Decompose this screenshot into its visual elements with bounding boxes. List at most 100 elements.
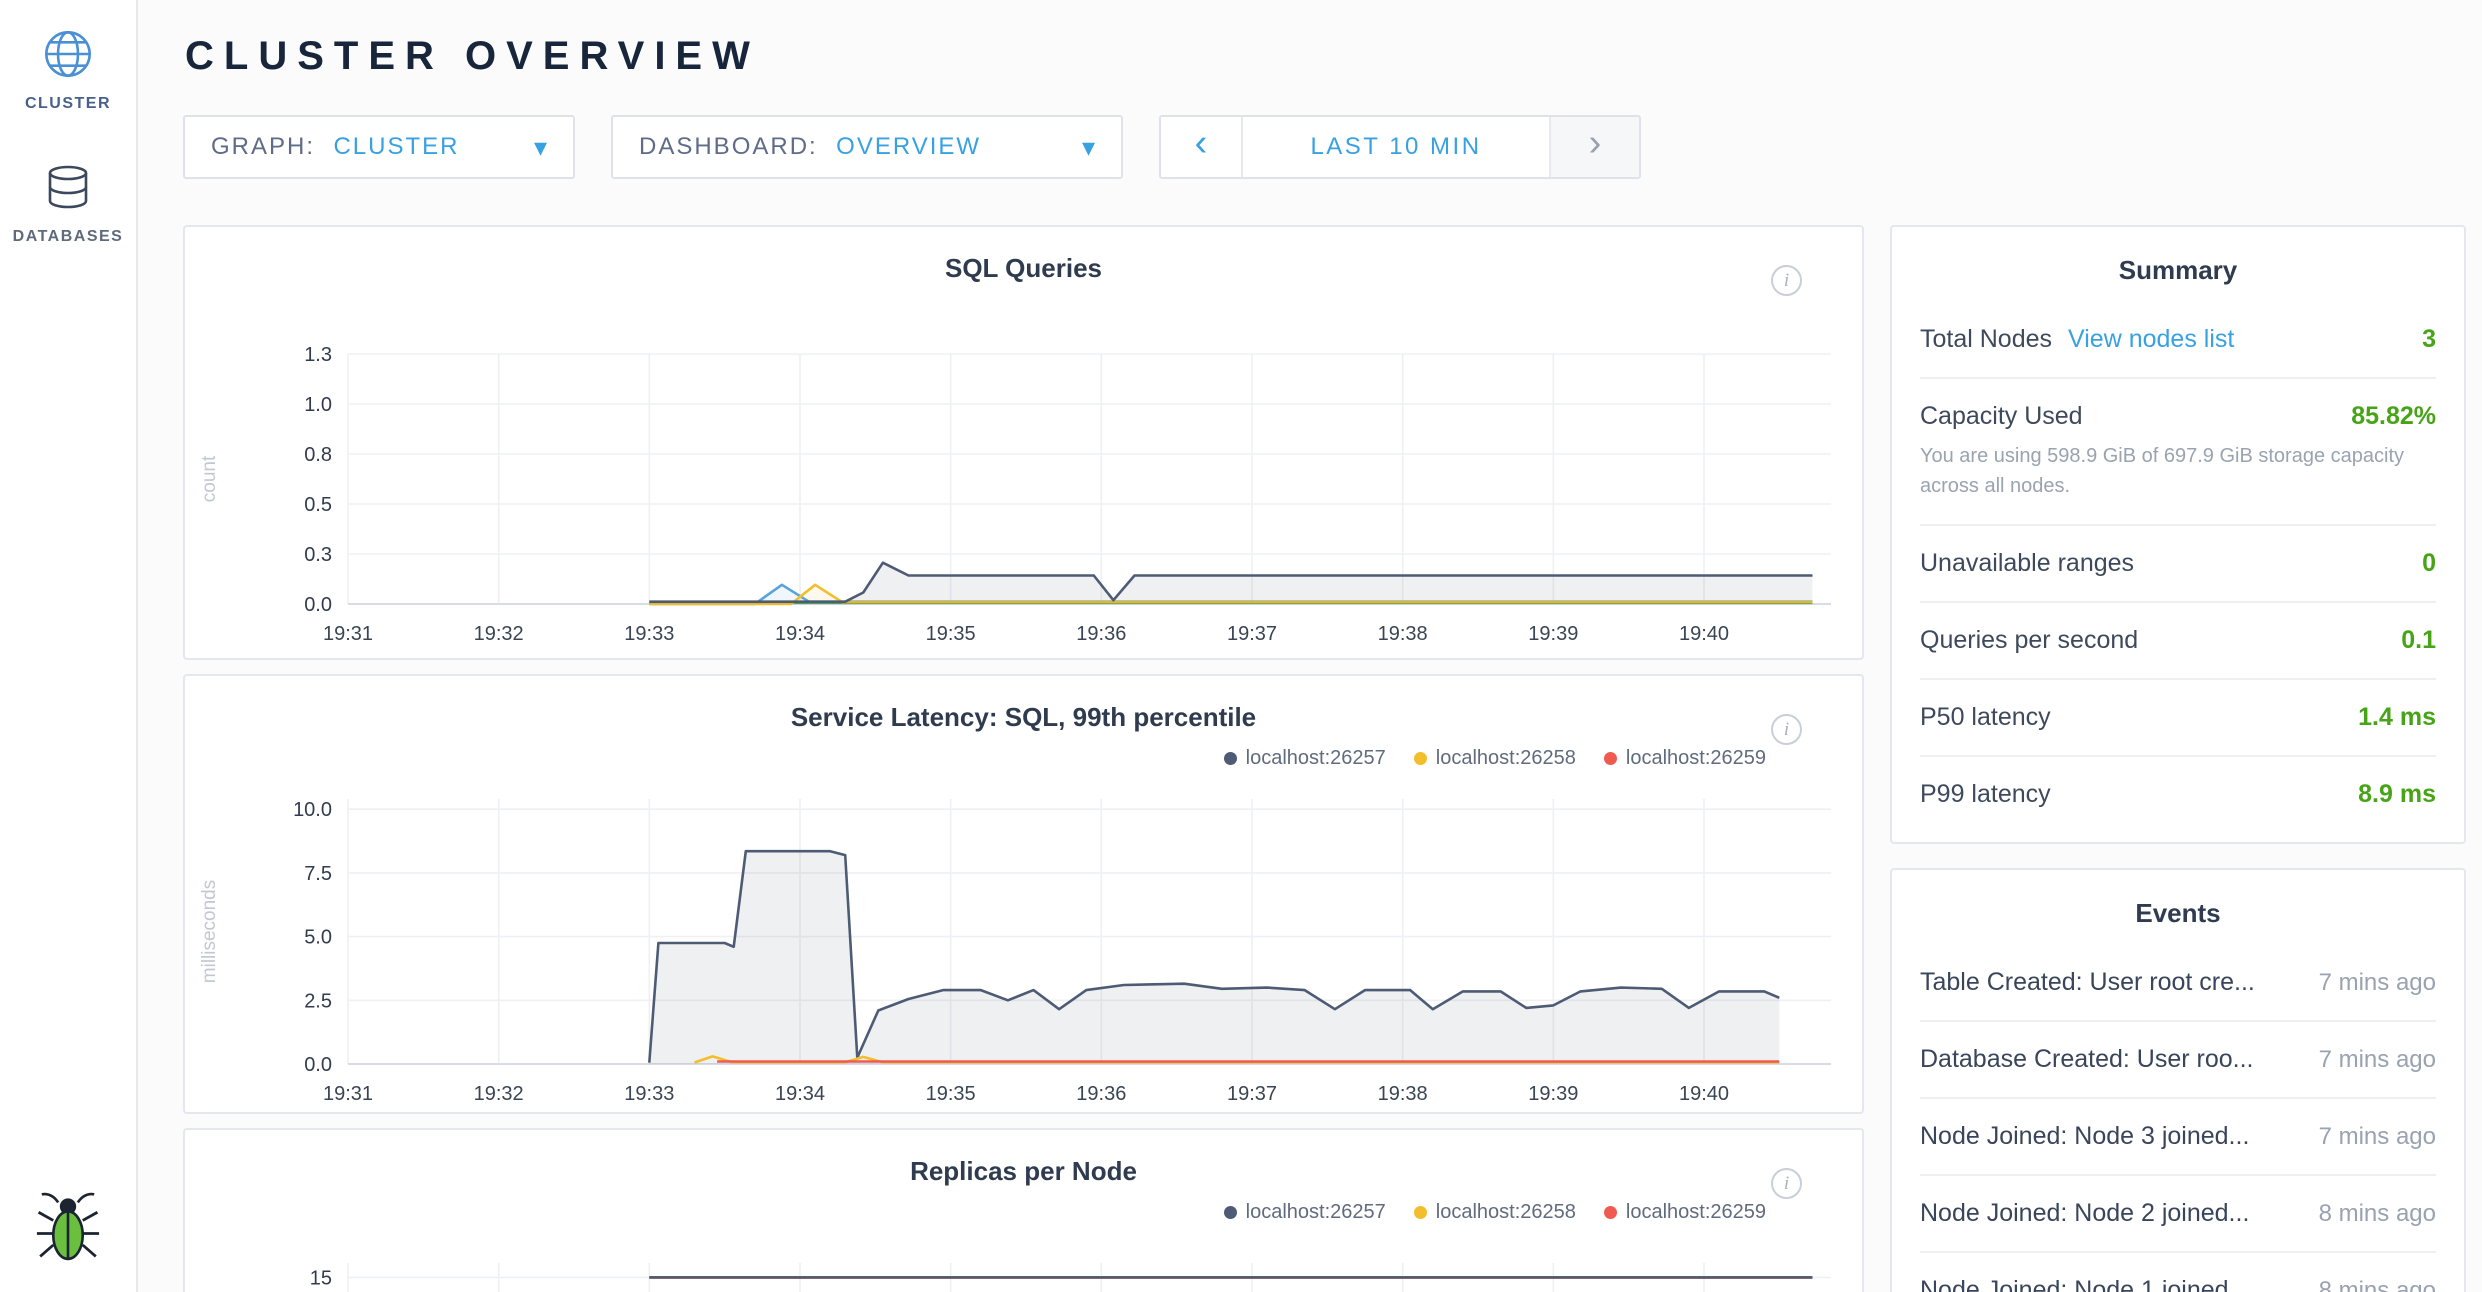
event-row[interactable]: Database Created: User roo... 7 mins ago: [1920, 1022, 2436, 1099]
graph-dropdown-value: CLUSTER: [333, 133, 459, 160]
svg-text:19:33: 19:33: [624, 1083, 674, 1105]
legend-item[interactable]: localhost:26257: [1224, 1201, 1386, 1223]
svg-text:19:32: 19:32: [474, 1083, 524, 1105]
chart-legend: localhost:26257 localhost:26258 localhost:…: [185, 1187, 1862, 1223]
legend-dot-icon: [1604, 752, 1617, 765]
service-latency-chart[interactable]: 0.02.55.07.510.019:3119:3219:3319:3419:3…: [185, 769, 1862, 1114]
cockroach-logo-icon[interactable]: [35, 1191, 101, 1268]
chart-svg: 151019:3119:3219:3319:3419:3519:3619:371…: [185, 1223, 1862, 1292]
summary-label: Capacity Used: [1920, 402, 2083, 431]
chart-svg: 0.00.30.50.81.01.319:3119:3219:3319:3419…: [185, 284, 1862, 654]
legend-item[interactable]: localhost:26258: [1414, 747, 1576, 769]
svg-text:19:37: 19:37: [1227, 1083, 1277, 1105]
summary-value: 3: [2422, 325, 2436, 354]
event-time: 7 mins ago: [2319, 969, 2436, 997]
svg-text:19:40: 19:40: [1679, 623, 1729, 645]
sql-queries-chart[interactable]: 0.00.30.50.81.01.319:3119:3219:3319:3419…: [185, 284, 1862, 659]
svg-text:7.5: 7.5: [304, 863, 332, 885]
event-row[interactable]: Node Joined: Node 1 joined... 8 mins ago: [1920, 1253, 2436, 1292]
sql-queries-panel: SQL Queries i 0.00.30.50.81.01.319:3119:…: [183, 225, 1864, 660]
event-text: Node Joined: Node 2 joined...: [1920, 1199, 2249, 1228]
side-column: Summary Total Nodes View nodes list 3 Ca…: [1890, 225, 2466, 1292]
svg-text:19:31: 19:31: [323, 623, 373, 645]
svg-text:19:38: 19:38: [1378, 1083, 1428, 1105]
chevron-down-icon: ▾: [1082, 132, 1095, 163]
svg-text:0.0: 0.0: [304, 1054, 332, 1076]
info-icon[interactable]: i: [1771, 1168, 1802, 1199]
sidebar: CLUSTER DATABASES: [0, 0, 138, 1292]
legend-label: localhost:26259: [1626, 747, 1766, 770]
svg-text:19:39: 19:39: [1528, 623, 1578, 645]
summary-label: P99 latency: [1920, 780, 2051, 809]
svg-text:19:35: 19:35: [926, 1083, 976, 1105]
legend-dot-icon: [1604, 1206, 1617, 1219]
summary-title: Summary: [1920, 227, 2436, 302]
time-next-button[interactable]: ›: [1549, 117, 1639, 177]
svg-text:count: count: [199, 455, 220, 502]
database-icon: [44, 161, 92, 218]
page-title: CLUSTER OVERVIEW: [185, 34, 2466, 79]
time-range-button[interactable]: LAST 10 MIN: [1243, 117, 1549, 177]
svg-text:1.3: 1.3: [304, 344, 332, 366]
legend-item[interactable]: localhost:26257: [1224, 747, 1386, 769]
service-latency-panel: Service Latency: SQL, 99th percentile i …: [183, 674, 1864, 1114]
charts-column: SQL Queries i 0.00.30.50.81.01.319:3119:…: [183, 225, 1864, 1292]
svg-text:19:40: 19:40: [1679, 1083, 1729, 1105]
summary-panel: Summary Total Nodes View nodes list 3 Ca…: [1890, 225, 2466, 844]
svg-text:19:36: 19:36: [1076, 1083, 1126, 1105]
replicas-chart[interactable]: 151019:3119:3219:3319:3419:3519:3619:371…: [185, 1223, 1862, 1292]
summary-value: 85.82%: [2351, 402, 2436, 431]
sidebar-item-label: CLUSTER: [25, 95, 111, 113]
graph-dropdown[interactable]: GRAPH: CLUSTER ▾: [183, 115, 575, 179]
event-row[interactable]: Node Joined: Node 2 joined... 8 mins ago: [1920, 1176, 2436, 1253]
summary-row-unavailable-ranges: Unavailable ranges 0: [1920, 526, 2436, 603]
chart-title: SQL Queries: [185, 245, 1862, 284]
time-window-selector: ‹ LAST 10 MIN ›: [1159, 115, 1641, 179]
svg-text:0.0: 0.0: [304, 594, 332, 616]
svg-text:19:38: 19:38: [1378, 623, 1428, 645]
event-time: 7 mins ago: [2319, 1046, 2436, 1074]
summary-label: P50 latency: [1920, 703, 2051, 732]
legend-dot-icon: [1414, 752, 1427, 765]
summary-value: 8.9 ms: [2358, 780, 2436, 809]
svg-text:19:34: 19:34: [775, 623, 825, 645]
legend-label: localhost:26258: [1436, 1201, 1576, 1224]
summary-row-p99-latency: P99 latency 8.9 ms: [1920, 757, 2436, 832]
event-time: 8 mins ago: [2319, 1200, 2436, 1228]
info-icon[interactable]: i: [1771, 714, 1802, 745]
svg-text:19:36: 19:36: [1076, 623, 1126, 645]
dashboard-dropdown[interactable]: DASHBOARD: OVERVIEW ▾: [611, 115, 1123, 179]
graph-dropdown-label: GRAPH:: [211, 133, 315, 160]
view-nodes-link[interactable]: View nodes list: [2068, 325, 2234, 354]
summary-row-capacity-used: Capacity Used 85.82% You are using 598.9…: [1920, 379, 2436, 526]
globe-icon: [42, 28, 94, 85]
chart-title: Replicas per Node: [185, 1148, 1862, 1187]
svg-text:19:32: 19:32: [474, 623, 524, 645]
legend-dot-icon: [1224, 1206, 1237, 1219]
info-icon[interactable]: i: [1771, 265, 1802, 296]
time-prev-button[interactable]: ‹: [1161, 117, 1243, 177]
summary-value: 0.1: [2401, 626, 2436, 655]
svg-text:19:34: 19:34: [775, 1083, 825, 1105]
capacity-subtext: You are using 598.9 GiB of 697.9 GiB sto…: [1920, 441, 2436, 501]
svg-text:5.0: 5.0: [304, 927, 332, 949]
legend-item[interactable]: localhost:26259: [1604, 1201, 1766, 1223]
event-row[interactable]: Node Joined: Node 3 joined... 7 mins ago: [1920, 1099, 2436, 1176]
sidebar-item-databases[interactable]: DATABASES: [13, 161, 124, 246]
summary-value: 0: [2422, 549, 2436, 578]
svg-text:0.5: 0.5: [304, 494, 332, 516]
legend-item[interactable]: localhost:26258: [1414, 1201, 1576, 1223]
summary-row-queries-per-second: Queries per second 0.1: [1920, 603, 2436, 680]
event-text: Node Joined: Node 1 joined...: [1920, 1276, 2249, 1292]
svg-text:1.0: 1.0: [304, 394, 332, 416]
summary-row-total-nodes: Total Nodes View nodes list 3: [1920, 302, 2436, 379]
sidebar-item-cluster[interactable]: CLUSTER: [25, 28, 111, 113]
summary-label: Total Nodes: [1920, 325, 2052, 354]
svg-text:15: 15: [310, 1267, 332, 1289]
svg-text:2.5: 2.5: [304, 990, 332, 1012]
event-time: 8 mins ago: [2319, 1277, 2436, 1292]
events-panel: Events Table Created: User root cre... 7…: [1890, 868, 2466, 1292]
event-row[interactable]: Table Created: User root cre... 7 mins a…: [1920, 945, 2436, 1022]
legend-item[interactable]: localhost:26259: [1604, 747, 1766, 769]
chevron-down-icon: ▾: [534, 132, 547, 163]
